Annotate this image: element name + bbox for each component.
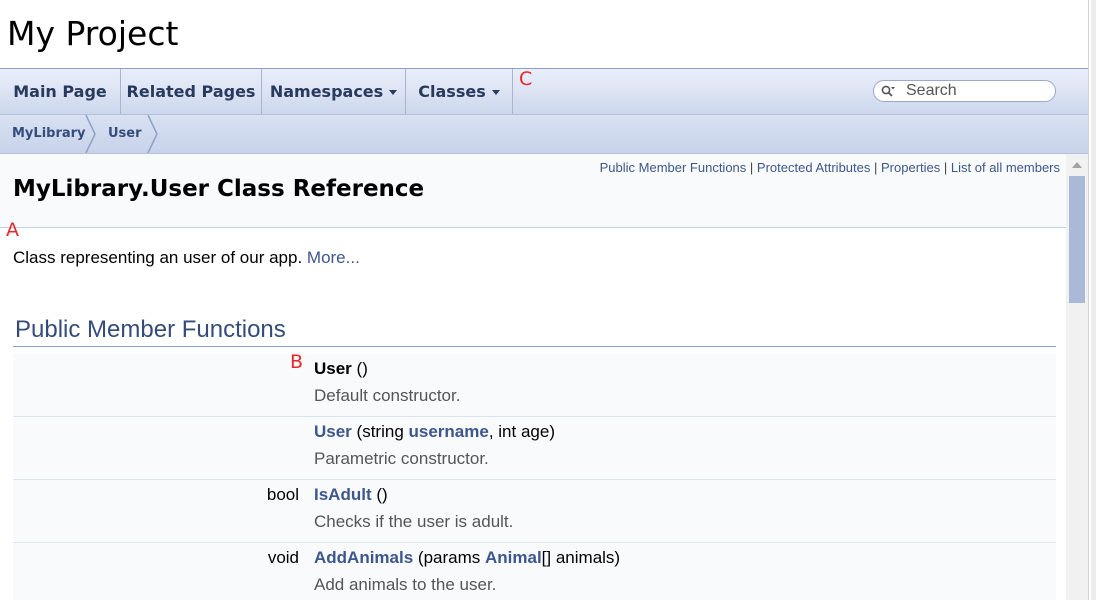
- member-params-rest: [] animals): [541, 548, 621, 567]
- member-name-link[interactable]: IsAdult: [314, 485, 372, 504]
- member-params-rest: , int age): [488, 422, 555, 441]
- breadcrumb: MyLibrary User: [0, 114, 1088, 154]
- member-description: Default constructor.: [314, 386, 461, 405]
- nav-main-page[interactable]: Main Page: [0, 69, 121, 114]
- content-scrollbar[interactable]: [1066, 154, 1088, 600]
- main-content: Class representing an user of our app. M…: [0, 228, 1066, 600]
- section-heading-public-member-functions: Public Member Functions: [13, 312, 1056, 347]
- summary-link-properties[interactable]: Properties: [881, 160, 940, 175]
- member-signature: User (string username, int age): [314, 422, 555, 442]
- nav-main-page-label: Main Page: [13, 82, 107, 101]
- member-params: (): [371, 485, 388, 504]
- member-signature: AddAnimals (params Animal[] animals): [314, 548, 620, 568]
- page-title: MyLibrary.User Class Reference: [13, 176, 425, 202]
- project-name: My Project: [7, 14, 179, 53]
- annotation-marker-a: A: [6, 219, 19, 241]
- member-type: bool: [266, 485, 299, 504]
- annotation-marker-c: C: [519, 68, 533, 90]
- member-description: Add animals to the user.: [314, 575, 497, 594]
- more-link[interactable]: More...: [307, 248, 360, 267]
- member-params: (params: [413, 548, 485, 567]
- table-row: void AddAnimals (params Animal[] animals…: [13, 543, 1056, 600]
- table-row: User (string username, int age) Parametr…: [13, 417, 1056, 480]
- nav-namespaces-label: Namespaces: [269, 82, 384, 101]
- summary-links: Public Member Functions | Protected Attr…: [600, 160, 1060, 175]
- main-nav: Main Page Related Pages Namespaces Class…: [0, 68, 1088, 114]
- member-name-link[interactable]: AddAnimals: [314, 548, 413, 567]
- summary-link-list-of-all-members[interactable]: List of all members: [951, 160, 1060, 175]
- nav-classes[interactable]: Classes: [406, 69, 513, 114]
- breadcrumb-mylibrary[interactable]: MyLibrary: [12, 115, 86, 153]
- annotation-marker-b: B: [290, 351, 304, 373]
- brief-text: Class representing an user of our app.: [13, 248, 303, 267]
- member-type: void: [267, 548, 299, 567]
- chevron-down-icon: [491, 90, 500, 95]
- search-icon[interactable]: [881, 85, 895, 99]
- summary-link-protected-attributes[interactable]: Protected Attributes: [757, 160, 870, 175]
- class-brief: Class representing an user of our app. M…: [13, 248, 360, 268]
- summary-separator: |: [874, 160, 878, 175]
- search-box[interactable]: [873, 80, 1056, 102]
- summary-separator: |: [943, 160, 948, 175]
- project-title-area: My Project: [0, 0, 1088, 68]
- breadcrumb-separator-icon: [85, 115, 96, 153]
- member-params: (): [351, 359, 368, 378]
- page-header: Public Member Functions | Protected Attr…: [0, 154, 1066, 228]
- summary-link-public-member-functions[interactable]: Public Member Functions: [600, 160, 747, 175]
- window-scrollbar[interactable]: [1088, 0, 1097, 600]
- window-scrollbar-thumb[interactable]: [1091, 0, 1096, 600]
- nav-namespaces[interactable]: Namespaces: [262, 69, 406, 114]
- member-table: User () Default constructor. User (strin…: [13, 354, 1056, 600]
- scroll-up-arrow-icon[interactable]: [1072, 162, 1082, 168]
- param-type-link[interactable]: Animal: [485, 548, 542, 567]
- param-link[interactable]: username: [409, 422, 489, 441]
- scrollbar-thumb[interactable]: [1069, 176, 1085, 303]
- nav-classes-label: Classes: [418, 82, 486, 101]
- breadcrumb-user[interactable]: User: [108, 115, 142, 153]
- member-description: Parametric constructor.: [314, 449, 489, 468]
- member-signature: User (): [314, 359, 368, 379]
- breadcrumb-separator-icon: [147, 115, 158, 153]
- table-row: User () Default constructor.: [13, 354, 1056, 417]
- member-signature: IsAdult (): [314, 485, 388, 505]
- member-params: (string: [351, 422, 409, 441]
- nav-related-pages[interactable]: Related Pages: [121, 69, 262, 114]
- member-name: User: [314, 359, 352, 378]
- member-name-link[interactable]: User: [314, 422, 352, 441]
- chevron-down-icon: [389, 90, 398, 95]
- table-row: bool IsAdult () Checks if the user is ad…: [13, 480, 1056, 543]
- search-input[interactable]: [906, 82, 1046, 100]
- member-description: Checks if the user is adult.: [314, 512, 514, 531]
- nav-related-pages-label: Related Pages: [126, 82, 256, 101]
- summary-separator: |: [749, 160, 754, 175]
